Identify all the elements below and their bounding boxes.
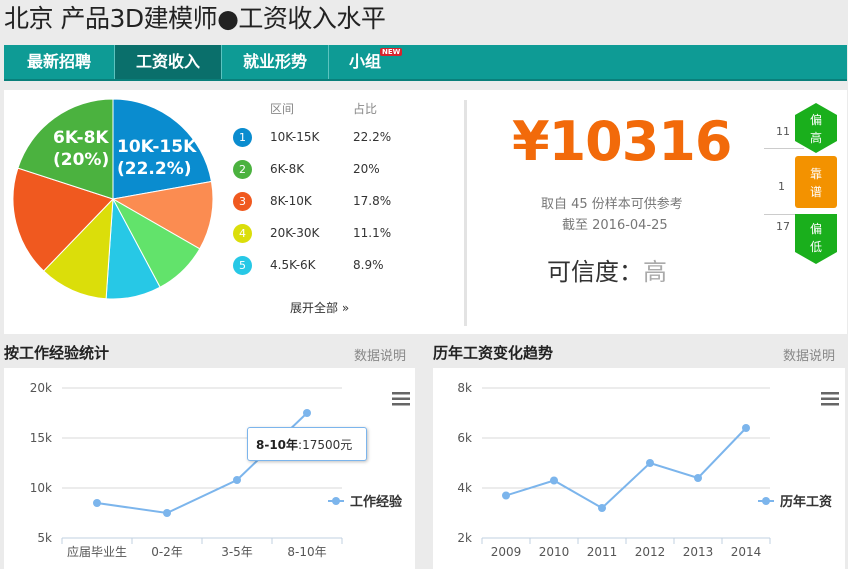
nav-tab-label: 最新招聘 — [26, 52, 91, 71]
data-point[interactable] — [742, 424, 750, 432]
credibility-rating: 可信度：高 — [547, 252, 667, 287]
pie-label-6k-8k-share: (20%) — [53, 150, 109, 170]
y-tick-label: 4k — [457, 481, 472, 495]
data-point[interactable] — [502, 491, 510, 500]
y-tick-label: 8k — [457, 381, 472, 395]
legend-number-badge: 5 — [233, 256, 252, 275]
legend-range: 6K-8K — [270, 162, 305, 176]
y-tick-label: 5k — [37, 531, 52, 545]
panel-divider — [464, 100, 467, 326]
nav-tab-group[interactable]: 小组 NEW — [329, 45, 403, 79]
average-salary: ¥10316 — [512, 110, 732, 173]
trend-line-chart: 2k 4k 6k 8k 2009 2010 2011 2012 2013 2014 历年工资 — [457, 381, 832, 559]
data-point[interactable] — [233, 476, 241, 484]
new-badge: NEW — [380, 48, 403, 56]
page-title: 北京 产品3D建模师●工资收入水平 — [4, 4, 386, 33]
data-point[interactable] — [598, 504, 606, 512]
legend-marker — [332, 497, 340, 505]
data-point[interactable] — [694, 474, 702, 482]
vote-high-label: 偏 — [810, 112, 822, 127]
legend-number-badge: 4 — [233, 224, 252, 243]
x-tick-label: 2011 — [587, 545, 618, 559]
experience-section-title: 按工作经验统计 — [4, 344, 110, 362]
tooltip-label: 8-10年 — [256, 438, 299, 452]
legend-range: 10K-15K — [270, 130, 320, 144]
pie-label-6k-8k-range: 6K-8K — [53, 128, 109, 148]
vote-low-label: 偏 — [810, 221, 822, 236]
chart-menu-icon[interactable] — [821, 392, 839, 406]
x-tick-label: 3-5年 — [221, 545, 253, 559]
legend-header-range: 区间 — [270, 102, 295, 116]
legend-marker — [762, 497, 770, 505]
y-tick-label: 15k — [30, 431, 52, 445]
data-point[interactable] — [93, 499, 101, 507]
vote-count-reliable: 1 — [778, 180, 785, 193]
as-of-date: 截至 2016-04-25 — [562, 218, 668, 233]
x-tick-label: 2013 — [683, 545, 714, 559]
nav-tab-salary[interactable]: 工资收入 — [115, 45, 222, 79]
vote-low-button[interactable]: 偏 低 — [795, 214, 837, 264]
vote-low-label: 低 — [810, 240, 822, 254]
x-tick-label: 8-10年 — [287, 545, 326, 559]
nav-bar: 最新招聘 工资收入 就业形势 小组 NEW — [4, 45, 847, 81]
chart-tooltip: 8-10年:17500元 — [247, 427, 367, 461]
x-tick-label: 0-2年 — [151, 545, 183, 559]
vote-reliable-label: 靠 — [810, 167, 822, 181]
legend-share: 11.1% — [353, 226, 392, 240]
trend-section-title: 历年工资变化趋势 — [433, 344, 554, 362]
legend-share: 22.2% — [353, 130, 392, 144]
nav-tab-label: 小组 — [348, 52, 381, 71]
pie-label-10k-15k-range: 10K-15K — [117, 137, 197, 157]
nav-tab-label: 工资收入 — [135, 52, 200, 71]
vote-count-high: 11 — [776, 125, 790, 138]
nav-tab-label: 就业形势 — [242, 52, 307, 71]
data-point[interactable] — [303, 409, 311, 417]
legend-header-share: 占比 — [353, 102, 378, 116]
legend-share: 20% — [353, 162, 380, 176]
x-tick-label: 2012 — [635, 545, 666, 559]
nav-tab-latest-jobs[interactable]: 最新招聘 — [4, 45, 115, 79]
vote-high-button[interactable]: 偏 高 — [795, 103, 837, 153]
vote-high-label: 高 — [810, 130, 822, 145]
chart-menu-icon[interactable] — [392, 392, 410, 406]
legend-share: 8.9% — [353, 258, 384, 272]
legend-number-badge: 1 — [233, 128, 252, 147]
legend-range: 8K-10K — [270, 194, 312, 208]
legend-number-badge: 2 — [233, 160, 252, 179]
pie-label-10k-15k-share: (22.2%) — [117, 159, 192, 179]
data-point[interactable] — [646, 459, 654, 467]
legend-number-badge: 3 — [233, 192, 252, 211]
experience-data-note-link[interactable]: 数据说明 — [354, 345, 406, 364]
data-point[interactable] — [550, 476, 558, 485]
y-tick-label: 20k — [30, 381, 52, 395]
y-tick-label: 2k — [457, 531, 472, 545]
legend-label[interactable]: 历年工资 — [780, 494, 832, 510]
experience-line-chart: 5k10k15k20k应届毕业生 0-2年 3-5年 8-10年工作经验 — [30, 381, 403, 559]
x-tick-label: 2009 — [491, 545, 522, 559]
x-tick-label: 应届毕业生 — [67, 544, 127, 559]
legend-range: 4.5K-6K — [270, 258, 316, 272]
legend-share: 17.8% — [353, 194, 392, 208]
vote-reliable-label: 谱 — [810, 185, 822, 199]
trend-data-note-link[interactable]: 数据说明 — [783, 345, 835, 364]
y-tick-label: 10k — [30, 481, 52, 495]
expand-all-link[interactable]: 展开全部 » — [290, 299, 349, 316]
vote-reliable-button[interactable]: 靠 谱 — [795, 156, 837, 208]
data-point[interactable] — [163, 509, 171, 517]
credibility-value: 高 — [643, 258, 667, 286]
x-tick-label: 2014 — [731, 545, 762, 559]
salary-pie-chart: 10K-15K (22.2%) 6K-8K (20%) — [12, 98, 214, 300]
nav-tab-employment[interactable]: 就业形势 — [222, 45, 329, 79]
sample-count-text: 取自 45 份样本可供参考 — [541, 197, 683, 212]
y-tick-label: 6k — [457, 431, 472, 445]
tooltip-value: :17500元 — [298, 438, 353, 452]
credibility-label: 可信度： — [547, 258, 643, 286]
series-line — [505, 427, 747, 510]
vote-count-low: 17 — [776, 220, 790, 233]
legend-range: 20K-30K — [270, 226, 320, 240]
legend-label[interactable]: 工作经验 — [350, 494, 403, 510]
x-tick-label: 2010 — [539, 545, 570, 559]
